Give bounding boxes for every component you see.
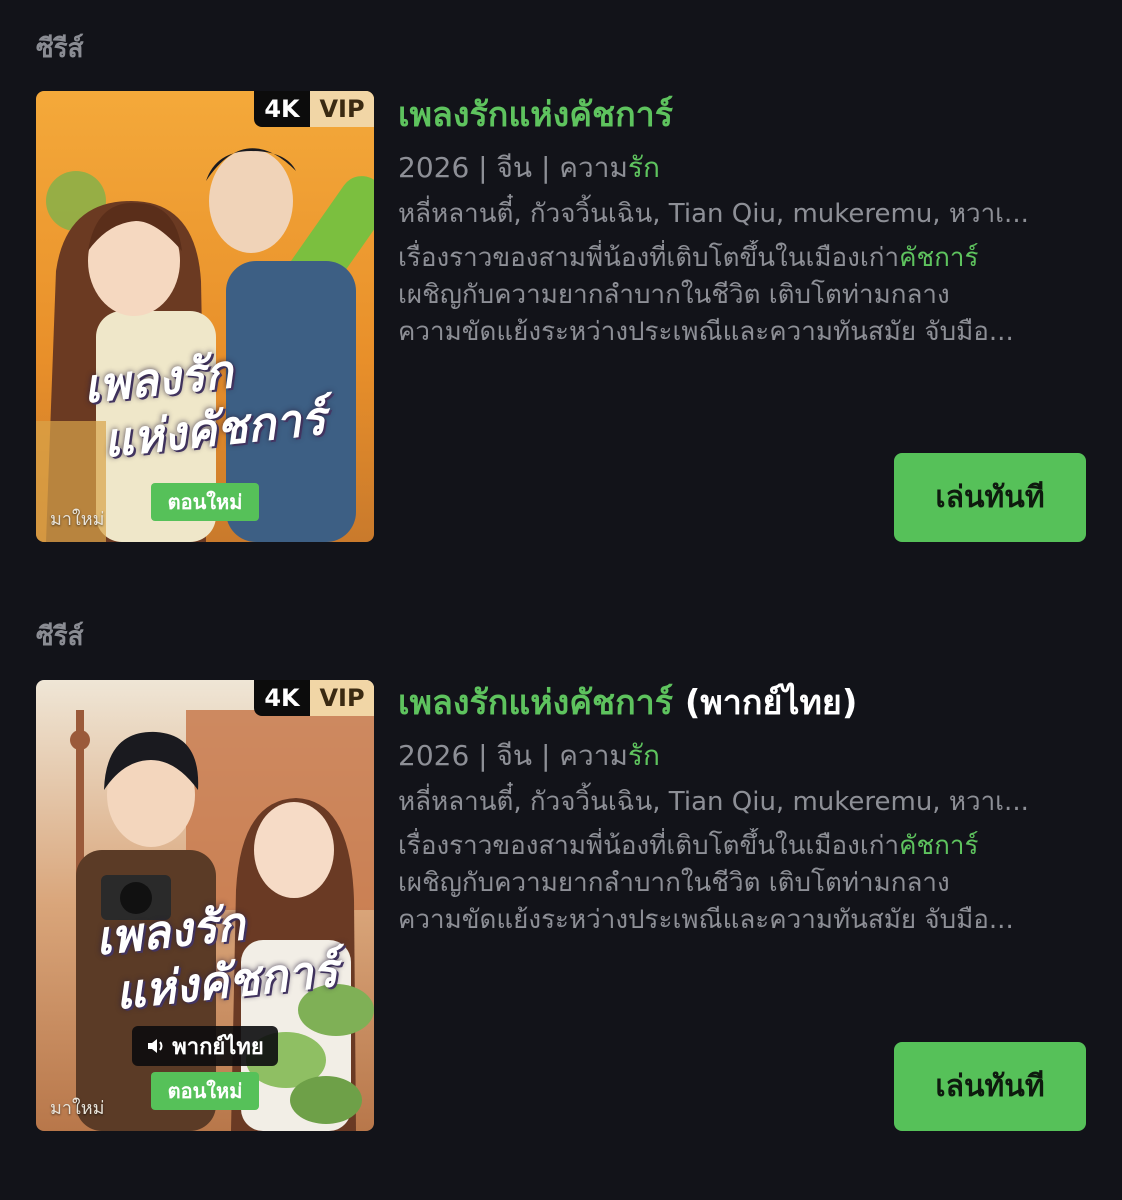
series-title[interactable]: เพลงรักแห่งคัชการ์ [398,92,1088,138]
series-description: เรื่องราวของสามพี่น้องที่เติบโตขึ้นในเมื… [398,831,1014,935]
section-label: ซีรีส์ [36,34,84,64]
cast-list: หลี่หลานตี๋, กัวจวิ้นเฉิน, Tian Qiu, muk… [398,199,1029,229]
series-info: เพลงรักแห่งคัชการ์ (พากย์ไทย) 2026 | จีน… [398,680,1088,939]
series-title[interactable]: เพลงรักแห่งคัชการ์ (พากย์ไทย) [398,680,1088,726]
play-now-button[interactable]: เล่นทันที [894,453,1086,542]
series-meta: 2026 | จีน | ความรัก [398,739,660,772]
genre: ความรัก [559,739,660,772]
series-card[interactable]: ซีรีส์ 4K VIP เพลงรัก แห่งคัชการ์ พากย์ไ… [0,588,1122,1168]
section-label: ซีรีส์ [36,622,84,652]
new-arrival-label: มาใหม่ [50,1098,105,1119]
series-info: เพลงรักแห่งคัชการ์ 2026 | จีน | ความรัก … [398,92,1088,351]
cast-list: หลี่หลานตี๋, กัวจวิ้นเฉิน, Tian Qiu, muk… [398,787,1029,817]
series-card[interactable]: ซีรีส์ 4K VIP เพลงรัก แห่งคัชการ์ ตอนใหม… [0,0,1122,580]
year: 2026 [398,151,470,184]
country: จีน [496,739,533,772]
poster-artwork [36,91,374,542]
quality-badge: 4K [254,680,310,716]
thai-dub-badge: พากย์ไทย [132,1026,278,1066]
new-episode-badge: ตอนใหม่ [151,483,259,521]
vip-badge: VIP [310,91,374,127]
year: 2026 [398,739,470,772]
poster-image[interactable]: 4K VIP เพลงรัก แห่งคัชการ์ ตอนใหม่ มาใหม… [36,91,374,542]
speaker-icon [148,1039,163,1053]
vip-badge: VIP [310,680,374,716]
play-now-button[interactable]: เล่นทันที [894,1042,1086,1131]
genre: ความรัก [559,151,660,184]
series-description: เรื่องราวของสามพี่น้องที่เติบโตขึ้นในเมื… [398,243,1014,347]
series-meta: 2026 | จีน | ความรัก [398,151,660,184]
new-episode-badge: ตอนใหม่ [151,1072,259,1110]
quality-badge: 4K [254,91,310,127]
country: จีน [496,151,533,184]
poster-image[interactable]: 4K VIP เพลงรัก แห่งคัชการ์ พากย์ไทย ตอนใ… [36,680,374,1131]
new-arrival-label: มาใหม่ [50,509,105,530]
